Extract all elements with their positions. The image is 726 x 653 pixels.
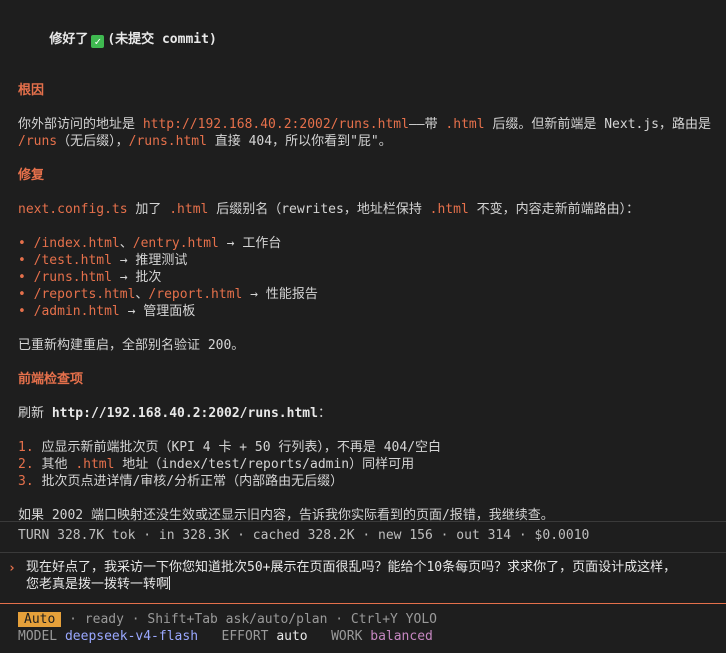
work-value: balanced — [370, 629, 433, 644]
list-item: 2. 其他 .html 地址（index/test/reports/admin）… — [18, 457, 415, 472]
fix-intro: next.config.ts 加了 .html 后缀别名（rewrites，地址… — [18, 202, 640, 217]
cause-line-1: 你外部访问的地址是 http://192.168.40.2:2002/runs.… — [18, 117, 712, 132]
model-value: deepseek-v4-flash — [64, 629, 199, 644]
prompt-text[interactable]: 现在好点了，我采访一下你您知道批次50+展示在页面很乱吗？能给个10条每页吗？求… — [26, 559, 720, 593]
arrow-icon: → — [218, 236, 243, 251]
prompt-line-2: 您老真是拨一拨转一转啊 — [26, 577, 170, 592]
mode-badge[interactable]: Auto — [18, 612, 62, 627]
check-icon: ✓ — [91, 35, 105, 48]
arrow-icon: → — [119, 304, 144, 319]
effort-value: auto — [276, 629, 308, 644]
list-item: • /admin.html → 管理面板 — [18, 304, 196, 319]
mode-hint: · ready · Shift+Tab ask/auto/plan · Ctrl… — [61, 612, 437, 627]
footer-bar: Auto · ready · Shift+Tab ask/auto/plan ·… — [18, 612, 437, 644]
list-item: • /runs.html → 批次 — [18, 270, 162, 285]
prompt-line-1: 现在好点了，我采访一下你您知道批次50+展示在页面很乱吗？能给个10条每页吗？求… — [26, 560, 677, 575]
title-line: 修好了 ✓ (未提交 commit) — [18, 14, 718, 65]
token-status-bar: TURN 328.7K tok · in 328.3K · cached 328… — [0, 521, 726, 553]
arrow-icon: → — [111, 253, 136, 268]
config-file: next.config.ts — [18, 202, 128, 217]
list-item: 3. 批次页点进详情/审核/分析正常（内部路由无后缀） — [18, 474, 344, 489]
refresh-line: 刷新 http://192.168.40.2:2002/runs.html： — [18, 406, 331, 421]
list-item: • /index.html、/entry.html → 工作台 — [18, 236, 282, 251]
list-item: 1. 应显示新前端批次页（KPI 4 卡 + 50 行列表），不再是 404/空… — [18, 440, 442, 455]
prompt-input[interactable]: › 现在好点了，我采访一下你您知道批次50+展示在页面很乱吗？能给个10条每页吗… — [0, 553, 726, 604]
cause-line-2: /runs（无后缀），/runs.html 直接 404，所以你看到"屁"。 — [18, 134, 392, 149]
text-cursor — [169, 576, 171, 590]
status-text: TURN 328.7K tok · in 328.3K · cached 328… — [18, 528, 590, 543]
assistant-message: 修好了 ✓ (未提交 commit) 根因 你外部访问的地址是 http://192… — [18, 14, 718, 524]
list-item: • /reports.html、/report.html → 性能报告 — [18, 287, 318, 302]
list-item: • /test.html → 推理测试 — [18, 253, 188, 268]
prompt-caret-icon: › — [8, 561, 16, 576]
cause-heading: 根因 — [18, 83, 45, 98]
fix-heading: 修复 — [18, 168, 45, 183]
check-heading: 前端检查项 — [18, 372, 84, 387]
rebuilt-note: 已重新构建重启，全部别名验证 200。 — [18, 338, 245, 353]
title-text: 修好了 — [49, 32, 89, 47]
title-note: (未提交 commit) — [107, 32, 217, 47]
arrow-icon: → — [111, 270, 136, 285]
refresh-url[interactable]: http://192.168.40.2:2002/runs.html — [52, 406, 318, 421]
url-link[interactable]: http://192.168.40.2:2002/runs.html — [143, 117, 409, 132]
arrow-icon: → — [242, 287, 266, 302]
